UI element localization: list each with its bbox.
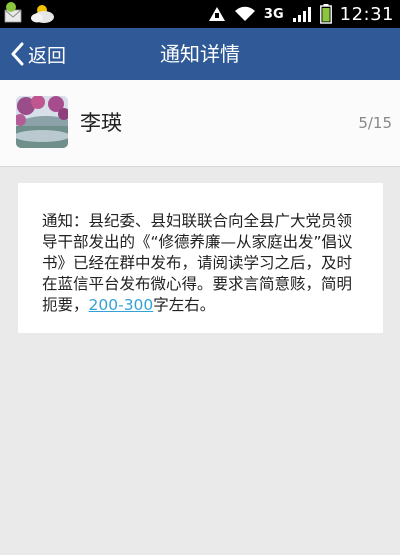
status-bar-right: 3G 12:31	[208, 0, 394, 28]
title-bar: 通知详情 返回	[0, 28, 400, 80]
status-bar-left	[2, 1, 62, 27]
sender-row: 李瑛 5/15	[0, 80, 400, 167]
avatar[interactable]	[16, 96, 68, 148]
page-counter: 5/15	[358, 114, 392, 132]
chevron-left-icon	[11, 42, 24, 66]
wifi-icon	[234, 6, 255, 21]
email-icon	[4, 2, 22, 23]
message-body: 通知：县纪委、县妇联联合向全县广大党员领导干部发出的《“修德养廉—从家庭出发”倡…	[42, 211, 367, 316]
clock: 12:31	[339, 3, 394, 25]
weather-icon	[31, 5, 54, 23]
status-bar: 3G 12:31	[0, 0, 400, 28]
message-link[interactable]: 200-300	[89, 296, 154, 314]
back-label: 返回	[28, 44, 67, 67]
battery-icon	[319, 4, 332, 24]
upload-icon	[208, 7, 225, 21]
sender-name: 李瑛	[80, 111, 122, 135]
network-type-label: 3G	[263, 6, 284, 22]
message-card: 通知：县纪委、县妇联联合向全县广大党员领导干部发出的《“修德养廉—从家庭出发”倡…	[18, 183, 383, 333]
message-text-tail: 字左右。	[153, 296, 216, 314]
back-button[interactable]: 返回	[10, 28, 66, 80]
signal-icon	[292, 7, 311, 22]
